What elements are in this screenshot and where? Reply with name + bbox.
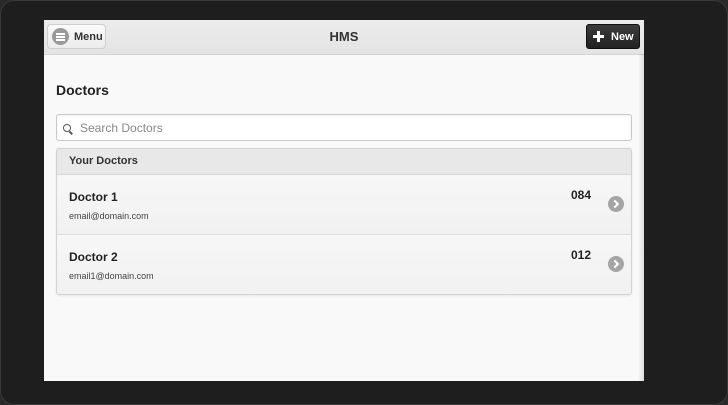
plus-icon [593, 31, 604, 42]
doctor-name: Doctor 2 [69, 250, 118, 264]
app-screen: HMS Menu New Doctors Your Doctors Doctor… [44, 20, 644, 381]
list-divider: Your Doctors [57, 149, 631, 175]
chevron-right-icon[interactable] [608, 196, 624, 212]
header-bar: HMS Menu New [44, 20, 644, 55]
new-button-label: New [611, 30, 634, 43]
search-bar[interactable] [56, 114, 632, 141]
list-item[interactable]: Doctor 2 email1@domain.com 012 [57, 235, 631, 294]
new-button[interactable]: New [586, 24, 640, 49]
app-title: HMS [329, 29, 359, 44]
doctor-name: Doctor 1 [69, 190, 118, 204]
doctor-email: email1@domain.com [69, 271, 154, 281]
menu-button[interactable]: Menu [47, 24, 106, 49]
panel-shadow [638, 54, 644, 381]
menu-icon [52, 28, 69, 45]
doctor-count: 084 [570, 188, 591, 202]
chevron-right-icon[interactable] [608, 256, 624, 272]
doctor-list: Your Doctors Doctor 1 email@domain.com 0… [56, 148, 632, 295]
doctor-count: 012 [570, 248, 591, 262]
page-title: Doctors [56, 82, 109, 98]
list-item[interactable]: Doctor 1 email@domain.com 084 [57, 175, 631, 235]
doctor-email: email@domain.com [69, 211, 149, 221]
search-icon [63, 123, 71, 132]
search-input[interactable] [78, 119, 602, 136]
device-frame: HMS Menu New Doctors Your Doctors Doctor… [0, 0, 728, 405]
menu-button-label: Menu [74, 30, 103, 43]
